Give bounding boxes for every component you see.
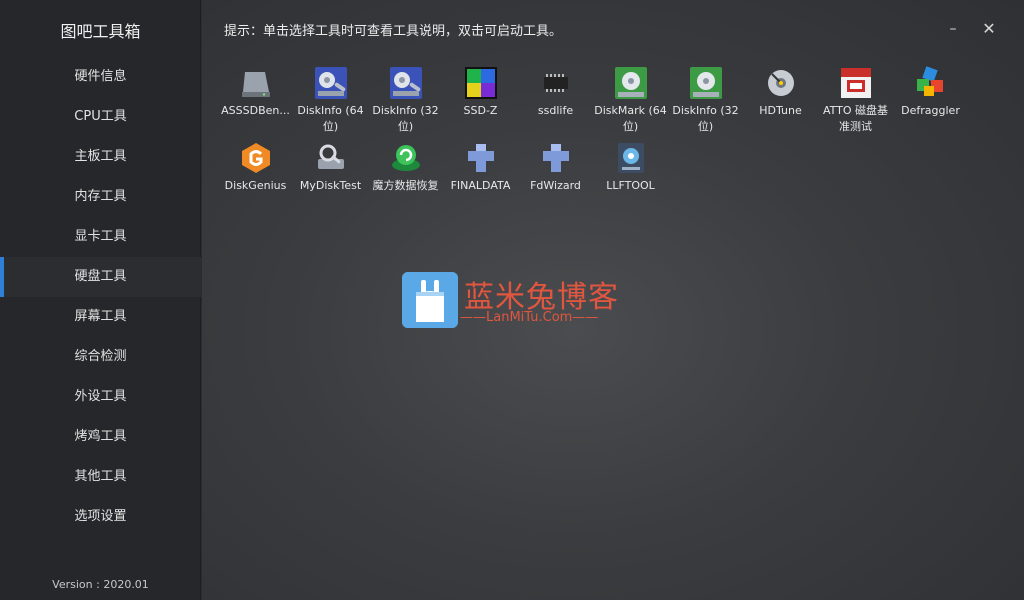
sidebar-item-0[interactable]: 硬件信息 bbox=[0, 57, 201, 97]
tool-item[interactable]: LLFTOOL bbox=[593, 137, 668, 212]
tool-item[interactable]: ssdlife bbox=[518, 62, 593, 137]
minimize-button[interactable]: – bbox=[942, 18, 964, 40]
tool-item[interactable]: DiskGenius bbox=[218, 137, 293, 212]
puzzle-icon bbox=[464, 141, 498, 175]
tool-item[interactable]: ATTO 磁盘基准测试 bbox=[818, 62, 893, 137]
tool-item[interactable]: 魔方数据恢复 bbox=[368, 137, 443, 212]
diskmark-icon bbox=[689, 66, 723, 100]
diskgenius-icon bbox=[239, 141, 273, 175]
tool-label: 魔方数据恢复 bbox=[372, 179, 439, 192]
version-label: Version : 2020.01 bbox=[52, 578, 149, 591]
tool-label: DiskInfo (32位) bbox=[372, 104, 439, 133]
tool-item[interactable]: SSD-Z bbox=[443, 62, 518, 137]
magnifier-drive-icon bbox=[314, 141, 348, 175]
sidebar-item-5[interactable]: 硬盘工具 bbox=[0, 257, 201, 297]
tool-label: FINALDATA bbox=[450, 179, 511, 192]
main-panel: 提示：单击选择工具时可查看工具说明，双击可启动工具。 – ✕ ASSSDBen.… bbox=[202, 0, 1024, 600]
close-button[interactable]: ✕ bbox=[978, 18, 1000, 40]
sidebar-item-6[interactable]: 屏幕工具 bbox=[0, 297, 201, 337]
tool-label: HDTune bbox=[759, 104, 802, 117]
tool-label: ASSSDBen... bbox=[221, 104, 290, 117]
tool-label: FdWizard bbox=[530, 179, 581, 192]
tool-item[interactable]: DiskMark (64位) bbox=[593, 62, 668, 137]
diskmark-icon bbox=[614, 66, 648, 100]
sidebar-item-4[interactable]: 显卡工具 bbox=[0, 217, 201, 257]
sidebar-nav: 硬件信息 CPU工具 主板工具 内存工具 显卡工具 硬盘工具 屏幕工具 综合检测 外设工具 烤鸡工… bbox=[0, 57, 201, 537]
diskinfo-icon bbox=[389, 66, 423, 100]
tool-label: DiskInfo (32位) bbox=[672, 104, 739, 133]
tool-label: ssdlife bbox=[537, 104, 574, 117]
tool-item[interactable]: HDTune bbox=[743, 62, 818, 137]
sidebar-item-7[interactable]: 综合检测 bbox=[0, 337, 201, 377]
recovery-icon bbox=[389, 141, 423, 175]
puzzle-icon bbox=[539, 141, 573, 175]
tool-item[interactable]: Defraggler bbox=[893, 62, 968, 137]
sidebar-item-1[interactable]: CPU工具 bbox=[0, 97, 201, 137]
sidebar-item-2[interactable]: 主板工具 bbox=[0, 137, 201, 177]
tool-label: Defraggler bbox=[901, 104, 960, 117]
drive-icon bbox=[239, 66, 273, 100]
sidebar-item-8[interactable]: 外设工具 bbox=[0, 377, 201, 417]
tool-item[interactable]: DiskInfo (32位) bbox=[368, 62, 443, 137]
tool-item[interactable]: FdWizard bbox=[518, 137, 593, 212]
tool-label: DiskInfo (64位) bbox=[297, 104, 364, 133]
tool-label: MyDiskTest bbox=[299, 179, 362, 192]
tool-label: LLFTOOL bbox=[606, 179, 655, 192]
atto-icon bbox=[839, 66, 873, 100]
chip-icon bbox=[539, 66, 573, 100]
sidebar-item-10[interactable]: 其他工具 bbox=[0, 457, 201, 497]
app-title: 图吧工具箱 bbox=[60, 22, 141, 41]
sidebar-item-11[interactable]: 选项设置 bbox=[0, 497, 201, 537]
tool-item[interactable]: DiskInfo (32位) bbox=[668, 62, 743, 137]
hint-text: 提示：单击选择工具时可查看工具说明，双击可启动工具。 bbox=[224, 24, 563, 39]
tool-item[interactable]: MyDiskTest bbox=[293, 137, 368, 212]
sidebar-item-3[interactable]: 内存工具 bbox=[0, 177, 201, 217]
tool-item[interactable]: FINALDATA bbox=[443, 137, 518, 212]
sidebar: 图吧工具箱 硬件信息 CPU工具 主板工具 内存工具 显卡工具 硬盘工具 屏幕工具 综合检测外… bbox=[0, 0, 201, 600]
hdd-icon bbox=[764, 66, 798, 100]
watermark-subtitle: ——LanMiTu.Com—— bbox=[460, 310, 599, 325]
tool-item[interactable]: DiskInfo (64位) bbox=[293, 62, 368, 137]
tool-label: DiskGenius bbox=[224, 179, 287, 192]
sidebar-item-9[interactable]: 烤鸡工具 bbox=[0, 417, 201, 457]
llftool-icon bbox=[614, 141, 648, 175]
watermark: 蓝米兔博客 ——LanMiTu.Com—— bbox=[402, 272, 632, 332]
tool-item[interactable]: ASSSDBen... bbox=[218, 62, 293, 137]
tool-label: ATTO 磁盘基准测试 bbox=[822, 104, 889, 133]
tool-label: SSD-Z bbox=[463, 104, 498, 117]
watermark-logo-icon bbox=[402, 272, 458, 328]
defraggler-icon bbox=[914, 66, 948, 100]
diskinfo-icon bbox=[314, 66, 348, 100]
tool-grid: ASSSDBen... DiskInfo (64位) DiskInfo (32位) S… bbox=[218, 62, 1018, 212]
tool-label: DiskMark (64位) bbox=[594, 104, 667, 133]
ssdz-icon bbox=[464, 66, 498, 100]
